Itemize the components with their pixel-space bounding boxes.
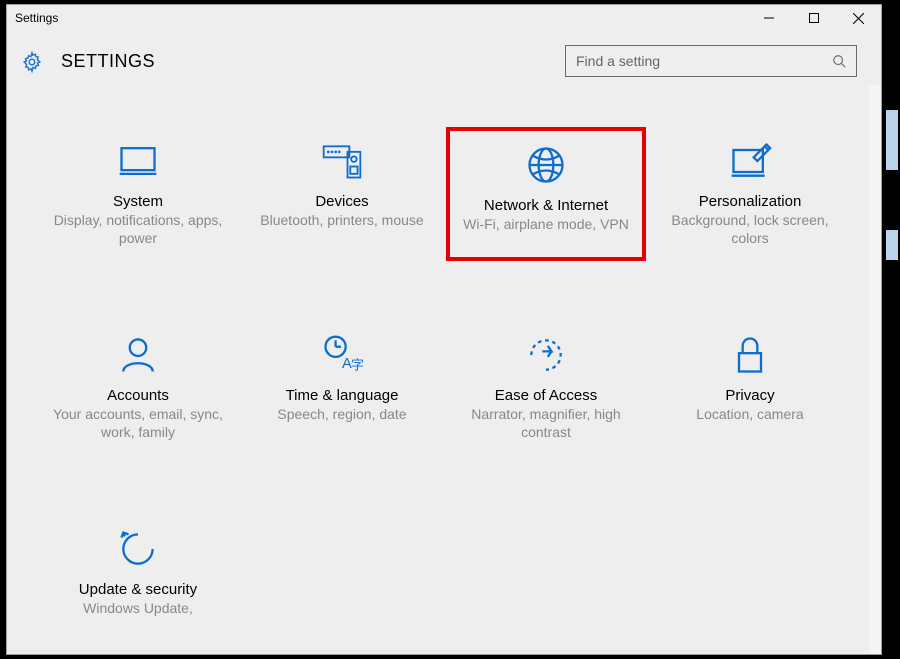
search-icon — [832, 54, 846, 68]
minimize-button[interactable] — [746, 5, 791, 31]
vertical-scrollbar[interactable] — [869, 85, 881, 654]
background-window-fragment — [886, 230, 898, 260]
page-title: SETTINGS — [61, 51, 155, 72]
tile-title: Ease of Access — [450, 387, 642, 404]
tile-system[interactable]: System Display, notifications, apps, pow… — [38, 127, 238, 261]
display-icon — [42, 137, 234, 185]
close-icon — [853, 13, 864, 24]
search-input[interactable] — [576, 53, 832, 69]
close-button[interactable] — [836, 5, 881, 31]
tile-devices[interactable]: Devices Bluetooth, printers, mouse — [242, 127, 442, 261]
tile-description: Bluetooth, printers, mouse — [246, 212, 438, 230]
svg-text:字: 字 — [351, 358, 364, 373]
maximize-button[interactable] — [791, 5, 836, 31]
ease-of-access-icon — [450, 331, 642, 379]
tile-description: Background, lock screen, colors — [654, 212, 846, 247]
tile-network[interactable]: Network & Internet Wi-Fi, airplane mode,… — [446, 127, 646, 261]
search-box[interactable] — [565, 45, 857, 77]
settings-window: Settings SETTINGS — [6, 4, 882, 655]
tile-description: Wi-Fi, airplane mode, VPN — [454, 216, 638, 234]
settings-grid: System Display, notifications, apps, pow… — [17, 127, 871, 632]
tile-time-language[interactable]: A字 Time & language Speech, region, date — [242, 321, 442, 455]
maximize-icon — [809, 13, 819, 23]
minimize-icon — [764, 13, 774, 23]
tile-description: Speech, region, date — [246, 406, 438, 424]
tile-description: Windows Update, — [42, 600, 234, 618]
tile-privacy[interactable]: Privacy Location, camera — [650, 321, 850, 455]
gear-icon — [21, 51, 43, 73]
tile-title: Update & security — [42, 581, 234, 598]
window-title: Settings — [15, 11, 58, 25]
background-window-fragment — [886, 110, 898, 170]
tile-update-security[interactable]: Update & security Windows Update, — [38, 515, 238, 632]
globe-icon — [454, 141, 638, 189]
tile-description: Location, camera — [654, 406, 846, 424]
tile-title: Time & language — [246, 387, 438, 404]
tile-title: Personalization — [654, 193, 846, 210]
tile-description: Narrator, magnifier, high contrast — [450, 406, 642, 441]
devices-icon — [246, 137, 438, 185]
page-header: SETTINGS — [7, 31, 881, 87]
personalization-icon — [654, 137, 846, 185]
tile-title: System — [42, 193, 234, 210]
person-icon — [42, 331, 234, 379]
tile-ease-of-access[interactable]: Ease of Access Narrator, magnifier, high… — [446, 321, 646, 455]
tile-title: Devices — [246, 193, 438, 210]
tile-accounts[interactable]: Accounts Your accounts, email, sync, wor… — [38, 321, 238, 455]
update-icon — [42, 525, 234, 573]
tile-description: Your accounts, email, sync, work, family — [42, 406, 234, 441]
time-language-icon: A字 — [246, 331, 438, 379]
tile-personalization[interactable]: Personalization Background, lock screen,… — [650, 127, 850, 261]
tile-title: Privacy — [654, 387, 846, 404]
tile-title: Accounts — [42, 387, 234, 404]
window-controls — [746, 5, 881, 31]
title-bar: Settings — [7, 5, 881, 31]
lock-icon — [654, 331, 846, 379]
tile-title: Network & Internet — [454, 197, 638, 214]
tile-description: Display, notifications, apps, power — [42, 212, 234, 247]
content-area: System Display, notifications, apps, pow… — [7, 87, 881, 652]
